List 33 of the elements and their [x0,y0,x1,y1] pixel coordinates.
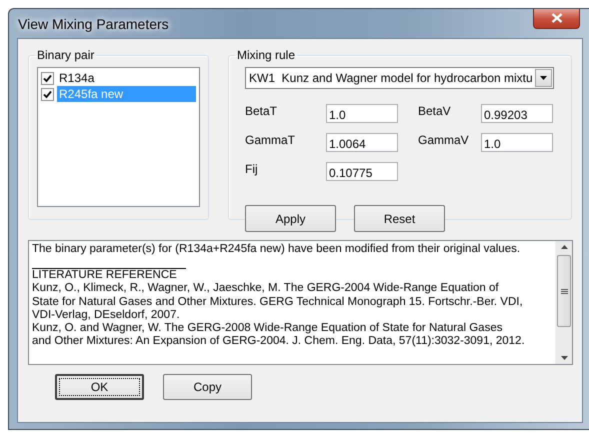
scroll-up-icon[interactable] [560,245,568,249]
apply-button[interactable]: Apply [245,205,336,232]
reference-text: Kunz, O. and Wagner, W. The GERG-2008 Wide-Range Equation of State for Natural Gases [32,322,504,336]
mixing-rule-dropdown[interactable]: KW1 Kunz and Wagner model for hydrocarbon mixtu [245,67,554,89]
checkbox[interactable] [41,72,54,84]
ok-button[interactable]: OK [55,374,144,400]
parameter-field[interactable]: 1.0 [481,133,553,152]
scrollbar[interactable] [555,241,572,364]
scroll-down-icon[interactable] [560,356,568,360]
reference-text: State for Natural Gases and Other Mixtures. GERG Technical Monograph 15. Fortschr.-Ber. VDI, [32,296,524,309]
reference-text: Kunz, O., Klimeck, R., Wagner, W., Jaeschke, M. The GERG-2004 Wide-Range Equation of [32,282,500,296]
close-icon[interactable] [533,8,580,28]
parameter-label: BetaT [245,103,278,118]
pair-item[interactable]: R134a [57,70,196,86]
group-label: Mixing rule [236,48,296,62]
parameter-field[interactable]: 0.99203 [481,104,553,123]
scroll-thumb[interactable] [557,255,571,327]
group-label: Binary pair [36,48,96,62]
copy-button[interactable]: Copy [163,374,252,400]
reference-heading: LITERATURE REFERENCE [32,269,177,282]
parameter-field[interactable]: 0.10775 [326,162,398,181]
parameter-field[interactable]: 1.0 [326,104,398,123]
status-message: The binary parameter(s) for (R134a+R245fa new) have been modified from their original values. [32,243,522,256]
parameter-label: GammaV [418,132,470,147]
window-title: View Mixing Parameters [17,16,169,32]
checkbox[interactable] [41,88,54,100]
parameter-label: GammaT [245,132,296,147]
parameter-field[interactable]: 1.0064 [326,133,398,152]
parameter-label: Fij [245,161,259,176]
reset-button[interactable]: Reset [354,205,445,232]
reference-text: and Other Mixtures: An Expansion of GERG-2004. J. Chem. Eng. Data, 57(11):3032-3091, 2012. [32,335,526,348]
reference-text: VDI-Verlag, DEseldorf, 2007. [32,308,181,322]
parameter-label: BetaV [418,103,452,118]
